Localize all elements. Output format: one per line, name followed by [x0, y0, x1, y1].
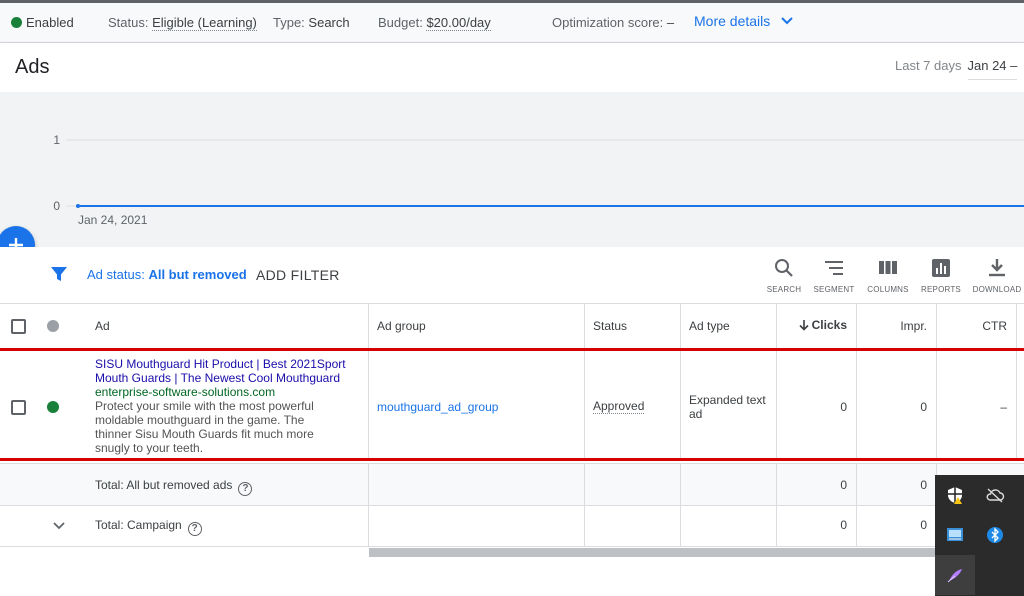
x-tick-label: Jan 24, 2021 [78, 213, 148, 227]
empty-cell [369, 464, 585, 505]
total-impressions-cell: 0 [857, 464, 937, 505]
ad-group-column-header[interactable]: Ad group [369, 304, 585, 349]
network-app-icon[interactable] [935, 515, 975, 555]
empty-cell [585, 464, 681, 505]
system-tray-popup [935, 475, 1024, 596]
data-point [76, 204, 80, 208]
total-removed-row: Total: All but removed ads? 0 0 [0, 463, 1024, 506]
more-details-link[interactable]: More details [694, 13, 794, 29]
cloud-offline-icon[interactable] [975, 475, 1015, 515]
download-icon [989, 259, 1005, 277]
performance-chart: 1 0 Jan 24, 2021 [0, 92, 1024, 247]
page-title: Ads [15, 56, 50, 78]
ctr-cell: – [937, 351, 1017, 459]
ad-cell: SISU Mouthguard Hit Product | Best 2021S… [0, 351, 369, 459]
ad-status-filter-chip[interactable]: Ad status: All but removed [87, 267, 247, 282]
total-impressions-cell: 0 [857, 506, 937, 546]
clicks-column-header[interactable]: Clicks [777, 304, 857, 349]
search-icon [775, 259, 793, 277]
budget-value[interactable]: $20.00/day [426, 15, 491, 31]
chart-svg: 1 0 Jan 24, 2021 [53, 133, 1024, 227]
security-warning-icon[interactable] [935, 475, 975, 515]
columns-icon [879, 261, 897, 274]
ad-description-line: thinner Sisu Mouth Guards fit much more [95, 427, 314, 441]
table-row: SISU Mouthguard Hit Product | Best 2021S… [0, 351, 1024, 459]
page-header: Ads Last 7 days Jan 24 – [0, 43, 1024, 92]
type-info: Type: Search [273, 15, 350, 30]
ad-description-line: moldable mouthguard in the game. The [95, 413, 305, 427]
status-info: Status: Eligible (Learning) [108, 15, 257, 31]
ad-column-header[interactable]: Ad [0, 304, 369, 349]
impressions-cell: 0 [857, 351, 937, 459]
ad-type-column-header[interactable]: Ad type [681, 304, 777, 349]
table-header-row: Ad Ad group Status Ad type Clicks Impr. … [0, 304, 1024, 350]
y-tick-label: 0 [53, 199, 60, 213]
add-filter-button[interactable]: ADD FILTER [256, 267, 340, 283]
feather-pen-icon[interactable] [935, 555, 975, 595]
ctr-column-header[interactable]: CTR [937, 304, 1017, 349]
ad-display-url: enterprise-software-solutions.com [95, 385, 276, 399]
search-tool-button[interactable]: SEARCH [758, 257, 810, 294]
total-clicks-cell: 0 [777, 506, 857, 546]
highlight-bottom-border [0, 458, 1024, 461]
ad-headline-line[interactable]: SISU Mouthguard Hit Product | Best 2021S… [95, 357, 365, 371]
total-label-cell: Total: Campaign? [0, 506, 369, 546]
optimization-score: Optimization score: – [552, 15, 675, 30]
ad-group-link[interactable]: mouthguard_ad_group [377, 400, 498, 414]
total-label-cell: Total: All but removed ads? [0, 464, 369, 505]
clicks-cell: 0 [777, 351, 857, 459]
enabled-dot-icon [11, 17, 22, 28]
segment-icon [825, 261, 843, 275]
empty-cell [585, 506, 681, 546]
segment-tool-button[interactable]: SEGMENT [808, 257, 860, 294]
filter-icon[interactable] [50, 265, 68, 283]
filter-toolbar: Ad status: All but removed ADD FILTER SE… [0, 247, 1024, 304]
ad-headline-line[interactable]: Mouth Guards | The Newest Cool Mouthguar… [95, 371, 365, 385]
help-icon[interactable]: ? [187, 522, 202, 536]
total-campaign-row: Total: Campaign? 0 0 [0, 506, 1024, 547]
reports-tool-button[interactable]: REPORTS [915, 257, 967, 294]
campaign-status-bar: Enabled Status: Eligible (Learning) Type… [0, 0, 1024, 43]
total-clicks-cell: 0 [777, 464, 857, 505]
enabled-status[interactable]: Enabled [11, 15, 74, 30]
sort-descending-icon [799, 320, 809, 331]
status-column-header[interactable]: Status [585, 304, 681, 349]
columns-tool-button[interactable]: COLUMNS [862, 257, 914, 294]
status-cell: Approved [585, 351, 681, 459]
ad-description-line: snugly to your teeth. [95, 441, 204, 455]
empty-cell [681, 464, 777, 505]
ad-type-cell: Expanded text ad [681, 351, 777, 459]
status-value[interactable]: Eligible (Learning) [152, 15, 257, 31]
chevron-down-icon [781, 17, 793, 25]
download-tool-button[interactable]: DOWNLOAD [971, 257, 1023, 294]
horizontal-scrollbar[interactable] [369, 548, 935, 557]
approval-status[interactable]: Approved [593, 399, 645, 414]
budget-info: Budget: $20.00/day [378, 15, 491, 31]
reports-icon [932, 259, 950, 277]
empty-cell [369, 506, 585, 546]
impressions-column-header[interactable]: Impr. [857, 304, 937, 349]
help-icon[interactable]: ? [238, 482, 253, 496]
ad-description-line: Protect your smile with the most powerfu… [95, 399, 314, 413]
date-range-selector[interactable]: Last 7 days Jan 24 – [895, 58, 1018, 80]
ad-group-cell: mouthguard_ad_group [369, 351, 585, 459]
y-tick-label: 1 [53, 133, 60, 147]
bluetooth-icon[interactable] [975, 515, 1015, 555]
empty-cell [681, 506, 777, 546]
